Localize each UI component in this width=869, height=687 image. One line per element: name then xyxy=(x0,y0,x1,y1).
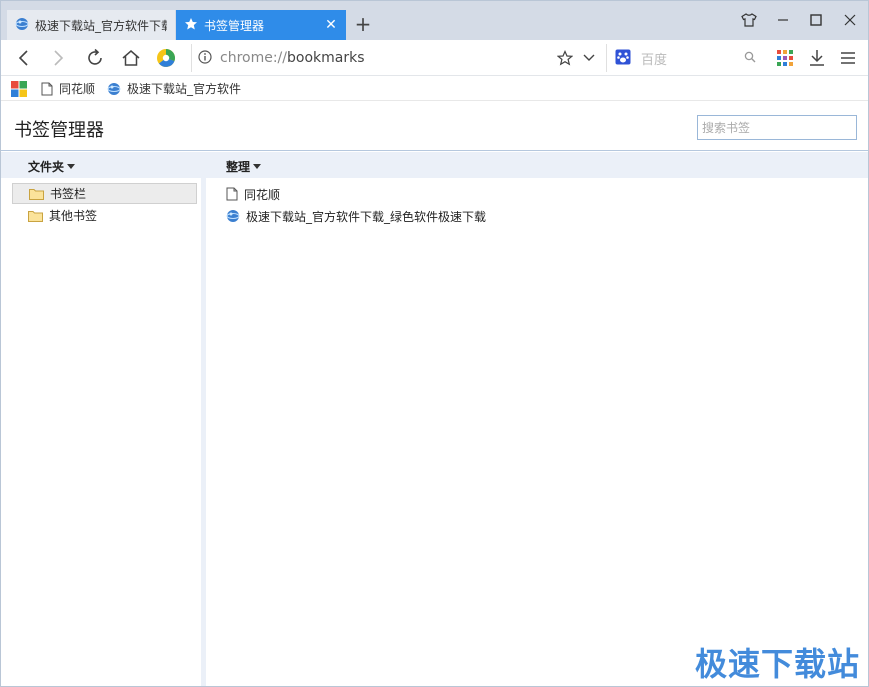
search-icon[interactable] xyxy=(744,51,756,66)
globe-icon xyxy=(226,209,240,223)
maximize-icon[interactable] xyxy=(804,9,828,31)
apps-grid-icon[interactable] xyxy=(773,46,797,70)
search-bookmarks-input[interactable] xyxy=(697,115,857,140)
bookmark-bar-item[interactable]: 同花顺 xyxy=(41,80,95,97)
address-bar[interactable]: chrome://bookmarks xyxy=(191,44,606,72)
page-icon xyxy=(226,187,238,201)
tree-item-other-bookmarks[interactable]: 其他书签 xyxy=(12,205,197,226)
tree-item-label: 书签栏 xyxy=(50,187,87,201)
search-engine-box[interactable]: 百度 xyxy=(606,44,764,72)
windows-apps-icon[interactable] xyxy=(11,80,27,97)
folders-menu-label: 文件夹 xyxy=(28,160,65,174)
caret-down-icon xyxy=(253,164,262,169)
bookmark-bar-label: 同花顺 xyxy=(59,82,96,96)
folder-icon xyxy=(28,210,43,222)
folders-menu[interactable]: 文件夹 xyxy=(28,158,76,175)
watermark-logo: 极速下载站 xyxy=(695,645,861,683)
column-header-bar: 文件夹 整理 xyxy=(1,152,868,178)
forward-icon[interactable] xyxy=(46,46,70,70)
address-scheme: chrome:// xyxy=(220,50,287,66)
navigation-toolbar: chrome://bookmarks 百度 xyxy=(1,40,868,76)
download-icon[interactable] xyxy=(805,46,829,70)
tab-download-site[interactable]: 极速下载站_官方软件下载 xyxy=(7,10,175,40)
bookmark-list: 同花顺 极速下载站_官方软件下载_绿色软件极速下载 xyxy=(206,178,868,686)
tab-bookmarks[interactable]: 书签管理器 ✕ xyxy=(176,10,346,40)
page-title: 书签管理器 xyxy=(14,120,104,141)
address-path: bookmarks xyxy=(287,50,365,66)
list-item[interactable]: 极速下载站_官方软件下载_绿色软件极速下载 xyxy=(226,206,486,226)
folder-icon xyxy=(29,188,44,200)
folder-tree: 书签栏 其他书签 xyxy=(1,178,201,686)
list-item[interactable]: 同花顺 xyxy=(226,184,280,204)
baidu-paw-icon[interactable] xyxy=(615,49,631,68)
globe-icon xyxy=(15,17,29,34)
tab-title: 书签管理器 xyxy=(204,18,265,33)
skin-shirt-icon[interactable] xyxy=(737,9,761,31)
chevron-down-icon[interactable] xyxy=(577,46,601,70)
organize-menu-label: 整理 xyxy=(226,160,251,174)
back-icon[interactable] xyxy=(12,46,36,70)
organize-menu[interactable]: 整理 xyxy=(226,158,262,175)
minimize-icon[interactable] xyxy=(771,9,795,31)
tab-strip: 极速下载站_官方软件下载 书签管理器 ✕ + xyxy=(1,1,868,40)
tab-title: 极速下载站_官方软件下载 xyxy=(35,18,167,33)
page-icon xyxy=(41,82,53,96)
address-text[interactable]: chrome://bookmarks xyxy=(220,50,365,66)
close-window-icon[interactable] xyxy=(838,9,862,31)
tree-item-label: 其他书签 xyxy=(49,209,98,223)
bookmark-bar-label: 极速下载站_官方软件 xyxy=(127,82,242,96)
home-icon[interactable] xyxy=(119,46,143,70)
tree-item-bookmarks-bar[interactable]: 书签栏 xyxy=(12,183,197,204)
reload-icon[interactable] xyxy=(83,46,107,70)
star-icon xyxy=(184,17,198,34)
search-engine-placeholder: 百度 xyxy=(641,52,668,68)
browser-logo-icon[interactable] xyxy=(154,46,178,70)
caret-down-icon xyxy=(67,164,76,169)
list-item-label: 极速下载站_官方软件下载_绿色软件极速下载 xyxy=(246,209,487,224)
bookmark-star-icon[interactable] xyxy=(553,46,577,70)
globe-icon xyxy=(107,82,121,96)
new-tab-button[interactable]: + xyxy=(353,14,373,34)
info-icon[interactable] xyxy=(198,49,212,67)
page-header: 书签管理器 xyxy=(1,102,868,151)
bookmarks-bar: 同花顺 极速下载站_官方软件 xyxy=(1,77,868,101)
menu-icon[interactable] xyxy=(836,46,860,70)
list-item-label: 同花顺 xyxy=(244,187,281,202)
bookmark-bar-item[interactable]: 极速下载站_官方软件 xyxy=(107,80,241,97)
browser-window: 极速下载站_官方软件下载 书签管理器 ✕ + chrome://bookmark… xyxy=(0,0,869,687)
close-tab-icon[interactable]: ✕ xyxy=(324,17,338,33)
